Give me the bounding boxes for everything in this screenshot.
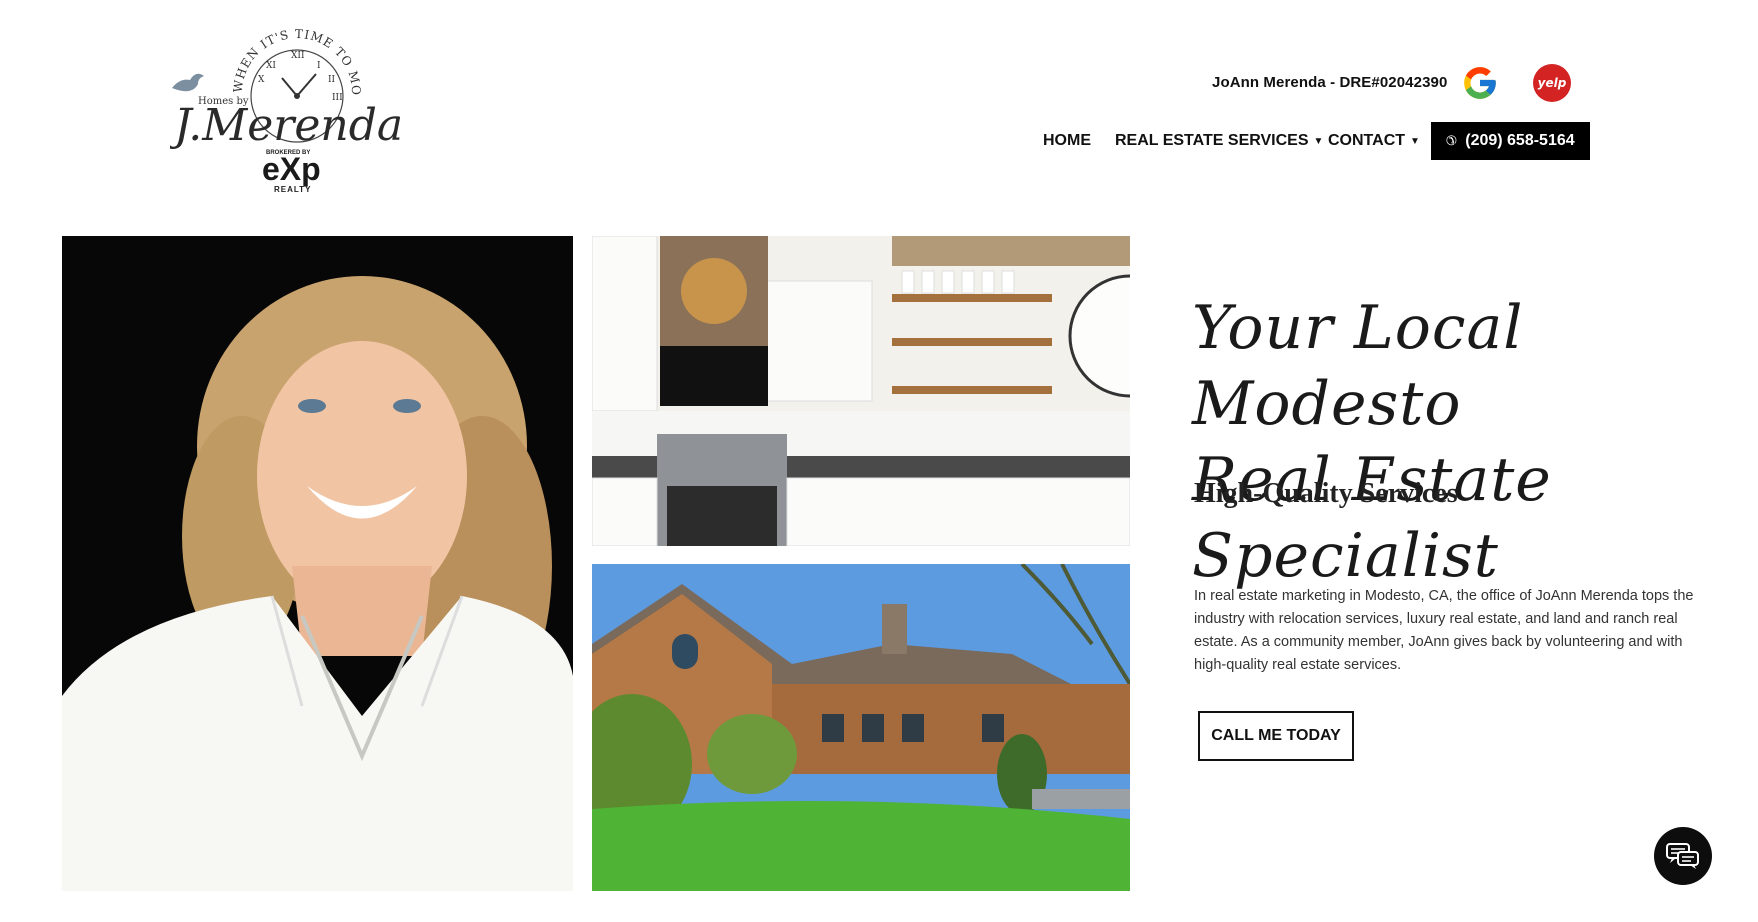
yelp-label: yelp	[1537, 76, 1567, 90]
nav-contact-label: CONTACT	[1328, 132, 1406, 149]
phone-number: (209) 658-5164	[1465, 132, 1575, 149]
chat-widget-button[interactable]	[1654, 827, 1712, 885]
phone-icon: ✆	[1446, 133, 1458, 148]
chat-bubbles-icon	[1666, 843, 1699, 869]
yelp-icon[interactable]: yelp	[1533, 64, 1571, 102]
site-logo[interactable]: XIIIII IIIXIX WHEN IT'S TIME TO MOVE Hom…	[164, 7, 403, 198]
phone-button[interactable]: ✆ (209) 658-5164	[1431, 122, 1590, 160]
svg-text:XII: XII	[291, 51, 305, 61]
logo-realty: REALTY	[274, 185, 311, 194]
logo-exp: eXp	[262, 151, 321, 187]
nav-real-estate-services[interactable]: REAL ESTATE SERVICES ▼	[1115, 122, 1323, 160]
log-home-photo	[592, 564, 1130, 891]
cta-label: CALL ME TODAY	[1211, 727, 1341, 744]
call-me-today-button[interactable]: CALL ME TODAY	[1198, 711, 1354, 761]
caret-down-icon: ▼	[1410, 135, 1420, 147]
svg-text:I: I	[317, 61, 321, 71]
agent-portrait-photo	[62, 236, 573, 891]
nav-services-label: REAL ESTATE SERVICES	[1115, 132, 1309, 149]
nav-home-label: HOME	[1043, 132, 1091, 149]
nav-home[interactable]: HOME	[1043, 122, 1091, 160]
logo-name: J.Merenda	[170, 100, 400, 151]
logo-graphic: XIIIII IIIXIX WHEN IT'S TIME TO MOVE Hom…	[164, 7, 403, 194]
agent-license-text: JoAnn Merenda - DRE#02042390	[1212, 74, 1448, 91]
svg-text:X: X	[258, 75, 265, 85]
nav-contact[interactable]: CONTACT ▼	[1328, 122, 1420, 160]
svg-text:II: II	[328, 75, 336, 85]
caret-down-icon: ▼	[1313, 135, 1324, 147]
headline-line-1: Your Local Modesto	[1192, 293, 1524, 439]
kitchen-photo	[592, 236, 1130, 546]
hero-subheading: High-Quality Services	[1194, 478, 1458, 509]
headline-line-2: Real Estate Specialist	[1192, 445, 1552, 591]
svg-text:XI: XI	[266, 61, 276, 71]
google-icon[interactable]	[1461, 64, 1499, 102]
hero-headline: Your Local Modesto Real Estate Specialis…	[1192, 290, 1732, 594]
hero-description: In real estate marketing in Modesto, CA,…	[1194, 588, 1694, 673]
